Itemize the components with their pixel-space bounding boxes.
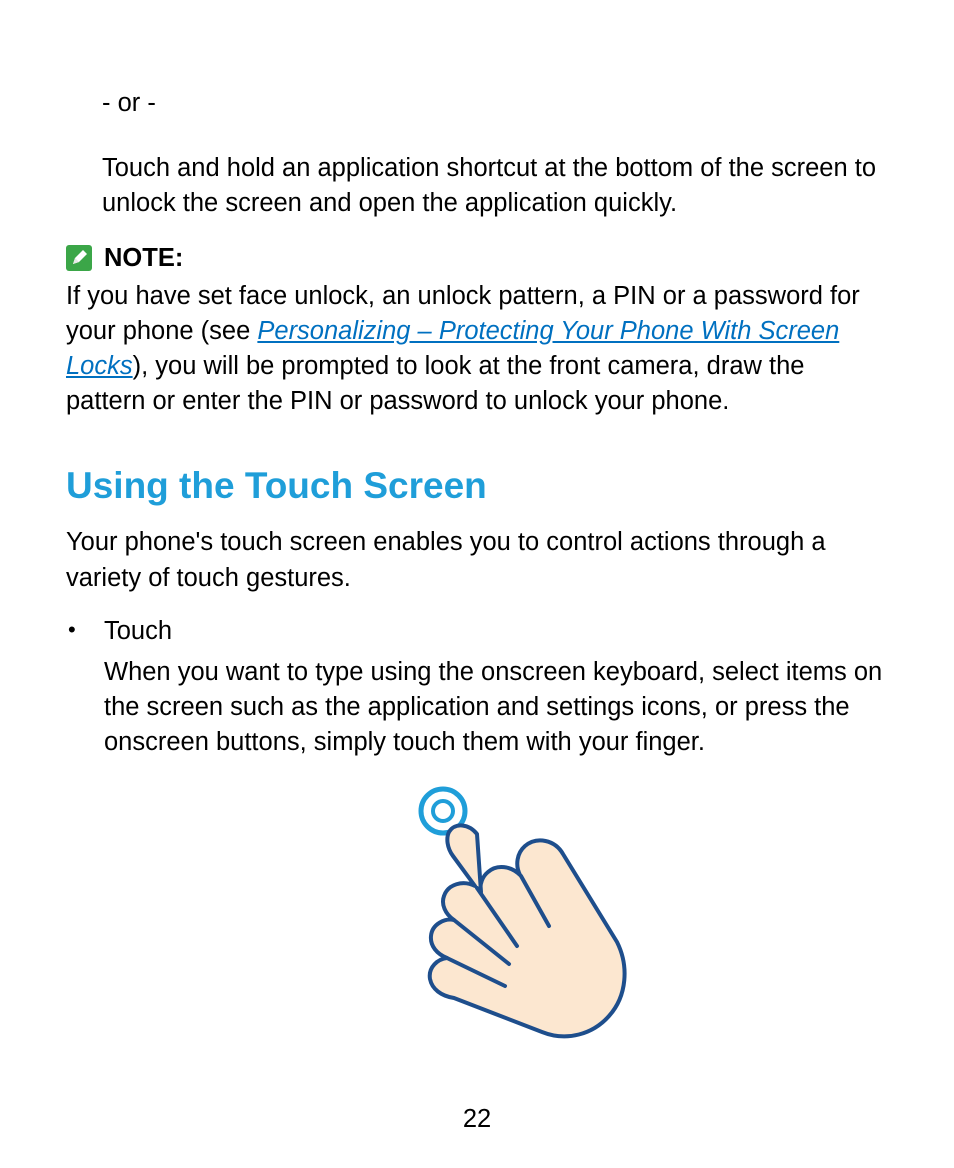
page-number: 22 xyxy=(0,1105,954,1134)
section-heading: Using the Touch Screen xyxy=(66,465,888,507)
hand-touch-icon xyxy=(327,776,627,1076)
touch-gesture-illustration xyxy=(66,776,888,1076)
unlock-instruction-paragraph: Touch and hold an application shortcut a… xyxy=(102,151,888,221)
note-header-row: NOTE: xyxy=(66,244,888,273)
note-paragraph: If you have set face unlock, an unlock p… xyxy=(66,279,888,420)
note-text-part2: ), you will be prompted to look at the f… xyxy=(66,352,804,415)
pencil-note-icon xyxy=(66,245,92,271)
section-intro: Your phone's touch screen enables you to… xyxy=(66,525,888,595)
bullet-marker: • xyxy=(66,614,104,646)
bullet-title: Touch xyxy=(104,614,888,649)
bullet-item-touch: • Touch When you want to type using the … xyxy=(66,614,888,761)
note-label: NOTE: xyxy=(104,244,183,273)
bullet-body: When you want to type using the onscreen… xyxy=(104,655,888,761)
or-separator: - or - xyxy=(102,86,888,121)
bullet-content: Touch When you want to type using the on… xyxy=(104,614,888,761)
document-page: - or - Touch and hold an application sho… xyxy=(0,0,954,1168)
